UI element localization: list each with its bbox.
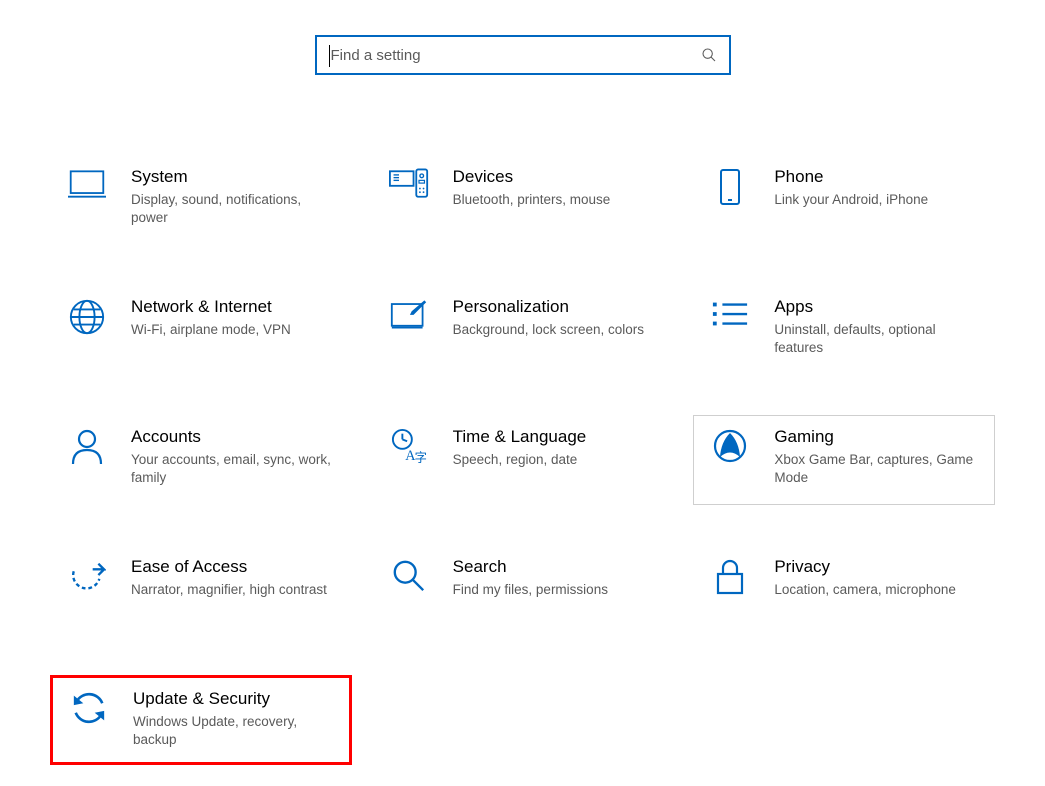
tile-desc: Xbox Game Bar, captures, Game Mode <box>774 451 978 487</box>
personalization-icon <box>385 296 433 330</box>
tile-title: Apps <box>774 296 978 318</box>
tile-apps[interactable]: Apps Uninstall, defaults, optional featu… <box>693 285 995 375</box>
update-security-icon <box>65 688 113 726</box>
search-box[interactable] <box>315 35 731 75</box>
tile-devices[interactable]: Devices Bluetooth, printers, mouse <box>372 155 674 245</box>
text-caret <box>329 45 330 67</box>
tile-title: Time & Language <box>453 426 587 448</box>
tile-title: Privacy <box>774 556 956 578</box>
tile-desc: Wi-Fi, airplane mode, VPN <box>131 321 291 339</box>
svg-text:字: 字 <box>414 450 426 464</box>
tile-title: Devices <box>453 166 611 188</box>
tile-privacy[interactable]: Privacy Location, camera, microphone <box>693 545 995 635</box>
tile-ease-of-access[interactable]: Ease of Access Narrator, magnifier, high… <box>50 545 352 635</box>
network-icon <box>63 296 111 336</box>
tile-desc: Background, lock screen, colors <box>453 321 644 339</box>
tile-desc: Find my files, permissions <box>453 581 608 599</box>
tile-desc: Location, camera, microphone <box>774 581 956 599</box>
search-input[interactable] <box>329 46 701 65</box>
tile-title: Search <box>453 556 608 578</box>
tile-title: System <box>131 166 335 188</box>
tile-update-security[interactable]: Update & Security Windows Update, recove… <box>50 675 352 765</box>
accounts-icon <box>63 426 111 466</box>
tile-personalization[interactable]: Personalization Background, lock screen,… <box>372 285 674 375</box>
tile-network[interactable]: Network & Internet Wi-Fi, airplane mode,… <box>50 285 352 375</box>
tile-title: Personalization <box>453 296 644 318</box>
system-icon <box>63 166 111 200</box>
search-icon <box>701 47 717 63</box>
search-tile-icon <box>385 556 433 594</box>
tile-time-language[interactable]: A 字 Time & Language Speech, region, date <box>372 415 674 505</box>
apps-icon <box>706 296 754 330</box>
tile-desc: Speech, region, date <box>453 451 587 469</box>
ease-of-access-icon <box>63 556 111 594</box>
tile-title: Ease of Access <box>131 556 327 578</box>
tile-desc: Uninstall, defaults, optional features <box>774 321 978 357</box>
tile-title: Update & Security <box>133 688 333 710</box>
devices-icon <box>385 166 433 200</box>
gaming-icon <box>706 426 754 464</box>
tile-title: Gaming <box>774 426 978 448</box>
tile-title: Phone <box>774 166 928 188</box>
tile-desc: Narrator, magnifier, high contrast <box>131 581 327 599</box>
tile-phone[interactable]: Phone Link your Android, iPhone <box>693 155 995 245</box>
phone-icon <box>706 166 754 206</box>
tile-gaming[interactable]: Gaming Xbox Game Bar, captures, Game Mod… <box>693 415 995 505</box>
tile-title: Accounts <box>131 426 335 448</box>
tile-system[interactable]: System Display, sound, notifications, po… <box>50 155 352 245</box>
tile-search[interactable]: Search Find my files, permissions <box>372 545 674 635</box>
tile-desc: Windows Update, recovery, backup <box>133 713 333 749</box>
tile-desc: Link your Android, iPhone <box>774 191 928 209</box>
tile-desc: Bluetooth, printers, mouse <box>453 191 611 209</box>
tile-desc: Your accounts, email, sync, work, family <box>131 451 335 487</box>
tile-title: Network & Internet <box>131 296 291 318</box>
time-language-icon: A 字 <box>385 426 433 464</box>
tile-accounts[interactable]: Accounts Your accounts, email, sync, wor… <box>50 415 352 505</box>
settings-grid: System Display, sound, notifications, po… <box>0 155 1045 765</box>
privacy-icon <box>706 556 754 596</box>
tile-desc: Display, sound, notifications, power <box>131 191 335 227</box>
